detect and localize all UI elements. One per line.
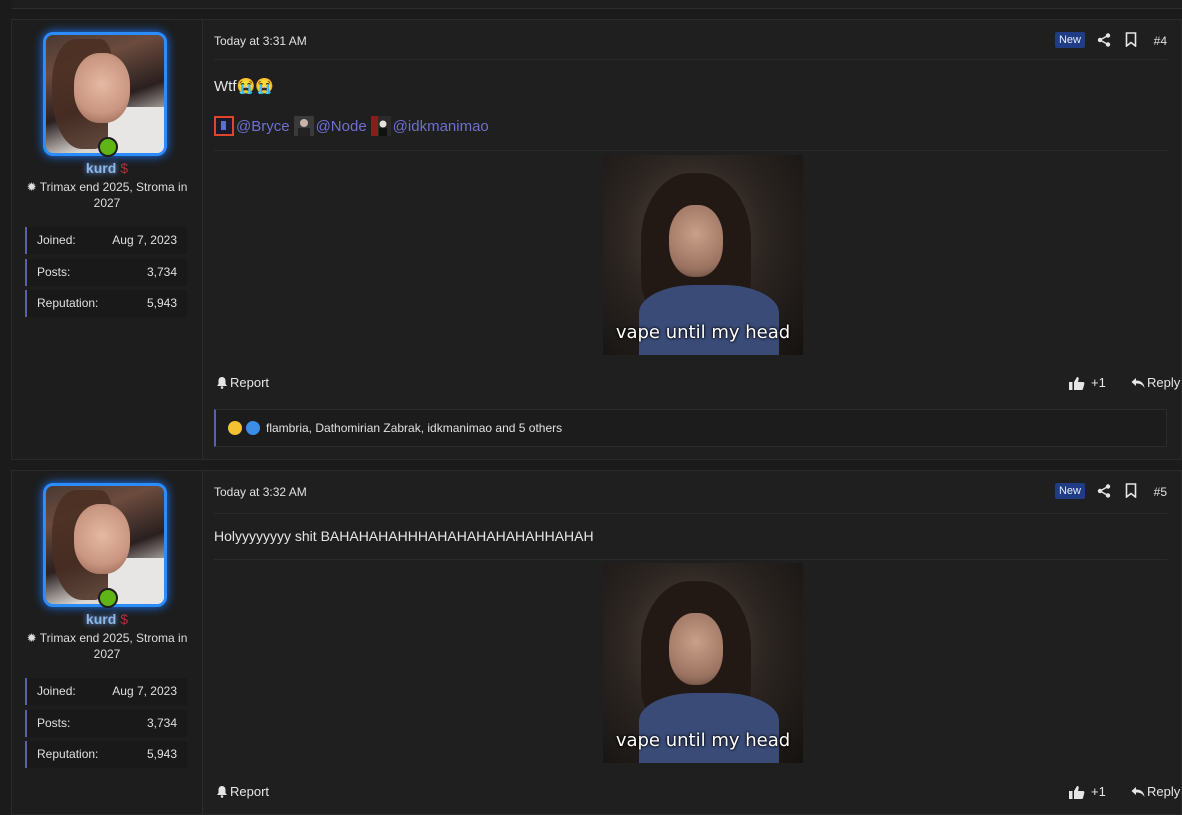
thumbs-up-icon (1069, 376, 1085, 390)
online-status-icon (98, 137, 118, 157)
bryce-avatar-icon (214, 116, 234, 136)
post-body: Today at 3:31 AM New #4 Wtf😭😭 @Bryce @No… (214, 20, 1180, 459)
post-body: Today at 3:32 AM New #5 Holyyyyyyyy shit… (214, 471, 1180, 814)
post-number-link[interactable]: #4 (1154, 34, 1167, 48)
bell-icon (217, 377, 227, 389)
bell-icon (217, 786, 227, 798)
stat-reputation: Reputation: 5,943 (25, 290, 187, 317)
stat-posts: Posts: 3,734 (25, 259, 187, 286)
reactions-users[interactable]: flambria, Dathomirian Zabrak, idkmanimao… (266, 421, 562, 435)
report-button[interactable]: Report (216, 375, 269, 390)
mention-idkmanimao[interactable]: @idkmanimao (393, 118, 489, 135)
post-number-link[interactable]: #5 (1154, 485, 1167, 499)
gif-caption: vape until my head (615, 322, 791, 343)
post-timestamp[interactable]: Today at 3:31 AM (214, 34, 307, 48)
like-button[interactable]: +1 (1069, 784, 1106, 799)
reply-button[interactable]: Reply (1131, 784, 1180, 799)
share-icon[interactable] (1097, 484, 1111, 498)
mentions-row: @Bryce @Node @idkmanimao (214, 116, 493, 136)
post-timestamp[interactable]: Today at 3:32 AM (214, 485, 307, 499)
reply-icon (1131, 786, 1145, 797)
dollar-icon: $ (120, 160, 129, 176)
like-reaction-icon (246, 421, 260, 435)
gif-image[interactable]: vape until my head (603, 155, 803, 355)
reactions-bar[interactable]: flambria, Dathomirian Zabrak, idkmanimao… (214, 409, 1167, 447)
gif-image[interactable]: vape until my head (603, 563, 803, 763)
reply-icon (1131, 377, 1145, 388)
dollar-icon: $ (120, 611, 129, 627)
username[interactable]: kurd $ (12, 611, 202, 627)
idkmanimao-avatar-icon (370, 116, 391, 136)
post-message: Wtf😭😭 (214, 78, 274, 95)
reply-button[interactable]: Reply (1131, 375, 1180, 390)
stat-reputation: Reputation: 5,943 (25, 741, 187, 768)
online-status-icon (98, 588, 118, 608)
stat-posts: Posts: 3,734 (25, 710, 187, 737)
user-info-panel: kurd $ ✹ Trimax end 2025, Stroma in 2027 … (12, 20, 203, 459)
divider (214, 59, 1167, 60)
user-title: ✹ Trimax end 2025, Stroma in 2027 (26, 180, 188, 210)
crying-emoji-icon (228, 421, 242, 435)
divider (214, 150, 1167, 151)
post-4: kurd $ ✹ Trimax end 2025, Stroma in 2027 … (11, 19, 1182, 460)
mention-bryce[interactable]: @Bryce (236, 118, 290, 135)
username[interactable]: kurd $ (12, 160, 202, 176)
post-5: kurd $ ✹ Trimax end 2025, Stroma in 2027 … (11, 470, 1182, 815)
new-badge: New (1054, 32, 1085, 48)
like-button[interactable]: +1 (1069, 375, 1106, 390)
divider (214, 559, 1167, 560)
bookmark-icon[interactable] (1125, 483, 1137, 498)
report-button[interactable]: Report (216, 784, 269, 799)
user-info-panel: kurd $ ✹ Trimax end 2025, Stroma in 2027 … (12, 471, 203, 814)
new-badge: New (1054, 483, 1085, 499)
user-title: ✹ Trimax end 2025, Stroma in 2027 (26, 631, 188, 661)
share-icon[interactable] (1097, 33, 1111, 47)
node-avatar-icon (293, 116, 314, 136)
mention-node[interactable]: @Node (316, 118, 367, 135)
stat-joined: Joined: Aug 7, 2023 (25, 227, 187, 254)
previous-post-edge (12, 0, 1182, 9)
thumbs-up-icon (1069, 785, 1085, 799)
divider (214, 513, 1167, 514)
stat-joined: Joined: Aug 7, 2023 (25, 678, 187, 705)
post-message: Holyyyyyyyy shit BAHAHAHAHHHAHAHAHAHAHAH… (214, 528, 594, 544)
gif-caption: vape until my head (615, 730, 791, 751)
bookmark-icon[interactable] (1125, 32, 1137, 47)
